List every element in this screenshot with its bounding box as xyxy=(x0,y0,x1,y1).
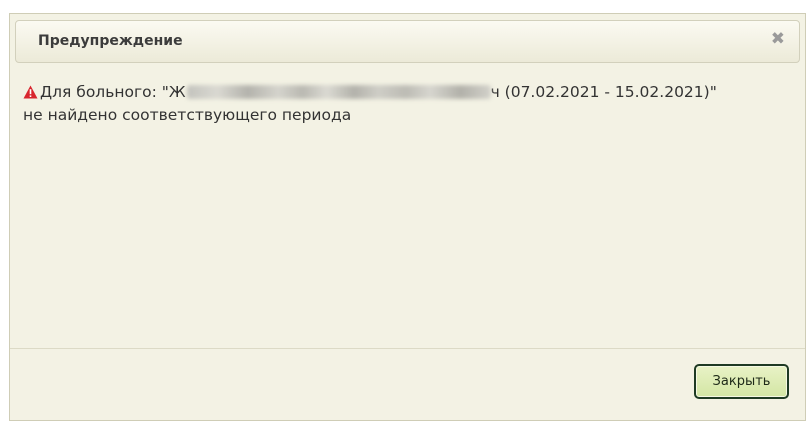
dialog-message: Для больного: "Ж ч (07.02.2021 - 15.02.20… xyxy=(23,82,798,126)
message-suffix: ч (07.02.2021 - 15.02.2021)" xyxy=(490,83,717,101)
message-prefix: Для больного: "Ж xyxy=(40,83,186,101)
close-button[interactable]: Закрыть xyxy=(694,364,789,399)
redacted-patient-name xyxy=(186,85,491,99)
message-line-2: не найдено соответствующего периода xyxy=(23,106,352,124)
warning-dialog: Предупреждение ✖ Для больного: "Ж ч (07.0… xyxy=(9,13,806,421)
dialog-titlebar: Предупреждение ✖ xyxy=(15,20,800,63)
close-icon[interactable]: ✖ xyxy=(771,31,785,48)
dialog-title: Предупреждение xyxy=(38,33,183,49)
footer-divider xyxy=(10,348,805,349)
warning-icon xyxy=(23,84,38,105)
